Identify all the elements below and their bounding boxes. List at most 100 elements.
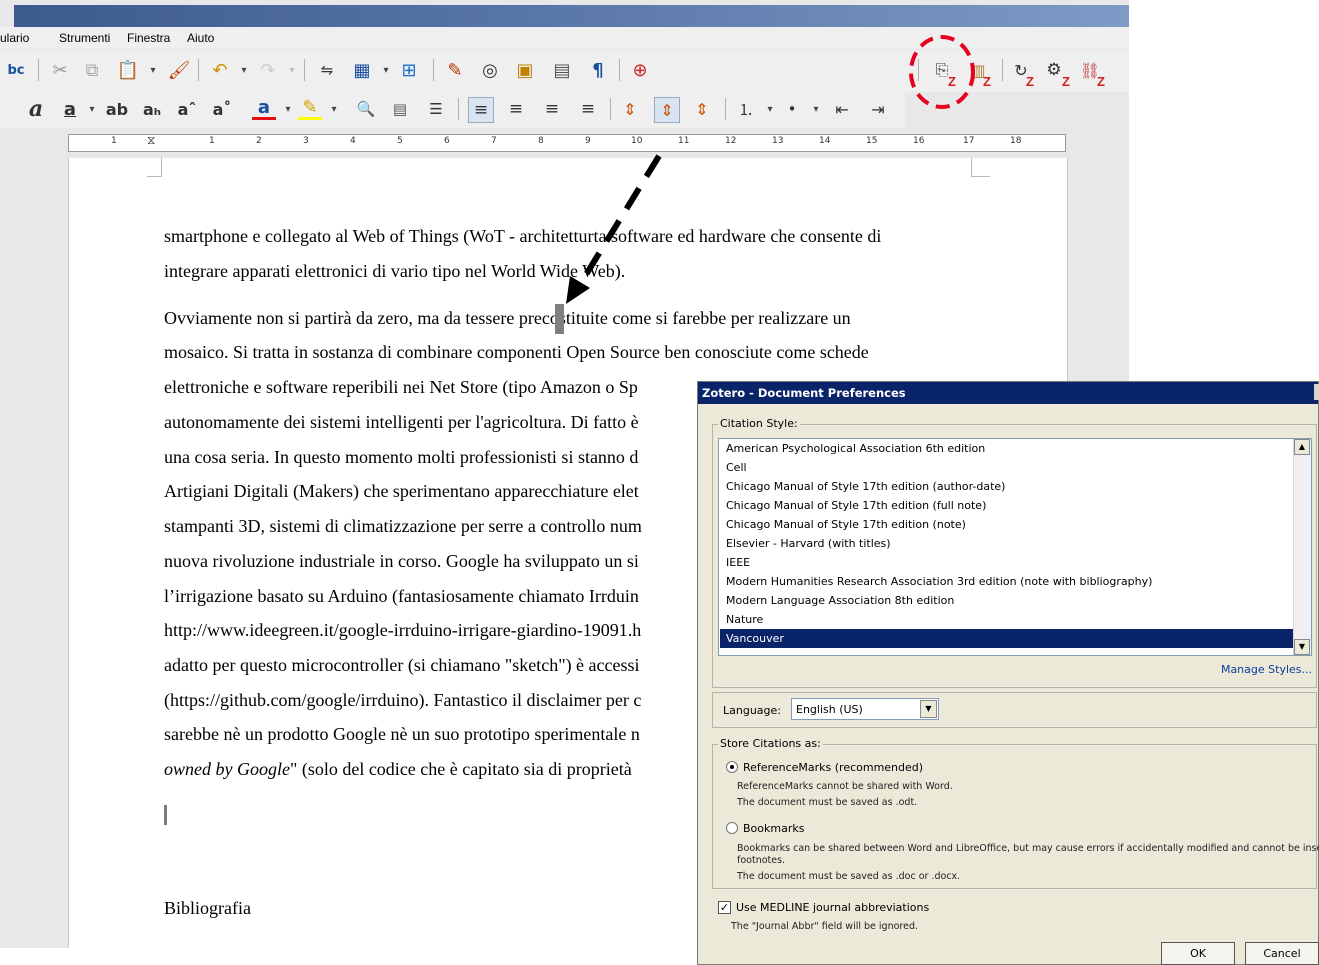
menu-tools[interactable]: Strumenti <box>59 31 110 45</box>
medline-checkbox[interactable]: ✓ <box>718 901 731 914</box>
gallery-icon[interactable]: ▣ <box>513 58 537 82</box>
redo-icon[interactable]: ↷ <box>256 58 280 82</box>
bullets-dropdown-icon[interactable]: ▾ <box>804 97 828 121</box>
style-list-item[interactable]: Chicago Manual of Style 17th edition (au… <box>720 477 1294 496</box>
window-title-bar <box>14 5 1129 27</box>
ruler-number: 9 <box>585 136 591 146</box>
menu-format[interactable]: ulario <box>0 31 29 45</box>
font-color-icon[interactable]: a <box>252 97 276 120</box>
ruler-number: 17 <box>963 136 975 146</box>
character-icon[interactable]: 🔍 <box>354 97 378 121</box>
ruler-number: 7 <box>491 136 497 146</box>
page-corner-marker <box>971 158 990 177</box>
menu-help[interactable]: Aiuto <box>187 31 214 45</box>
reference-marks-radio[interactable] <box>726 761 738 773</box>
style-list-item[interactable]: IEEE <box>720 553 1294 572</box>
line-spacing-2-icon[interactable]: ⇕ <box>690 97 714 121</box>
help-icon[interactable]: ⊕ <box>628 58 652 82</box>
navigator-icon[interactable]: ◎ <box>478 58 502 82</box>
paragraph-line: sarebbe nè un prodotto Google nè un suo … <box>164 724 640 744</box>
table-dropdown-icon[interactable]: ▾ <box>374 58 398 82</box>
line-spacing-15-icon[interactable]: ⇕ <box>654 97 680 123</box>
bullets-style-icon[interactable]: ☰ <box>424 97 448 121</box>
ok-button[interactable]: OK <box>1161 942 1235 965</box>
find-replace-icon[interactable]: ⇋ <box>315 58 339 82</box>
medline-label[interactable]: Use MEDLINE journal abbreviations <box>736 901 929 914</box>
dialog-title[interactable]: Zotero - Document Preferences <box>698 382 1318 404</box>
style-list-item[interactable]: Cell <box>720 458 1294 477</box>
align-center-icon[interactable]: ≡ <box>504 97 528 121</box>
bookmarks-label[interactable]: Bookmarks <box>743 822 804 835</box>
strikethrough-icon[interactable]: ab <box>105 97 129 121</box>
language-select[interactable]: English (US) ▼ <box>791 698 939 720</box>
dropdown-arrow-icon[interactable]: ▼ <box>920 700 937 718</box>
citation-style-label: Citation Style: <box>718 417 800 430</box>
shadow-icon[interactable]: a˚ <box>210 97 234 121</box>
clone-formatting-icon[interactable]: 🖌 <box>167 58 191 82</box>
paragraph-line: l’irrigazione basato su Arduino (fantasi… <box>164 586 639 606</box>
toolbar-separator <box>725 98 726 120</box>
reference-marks-label[interactable]: ReferenceMarks (recommended) <box>743 761 923 774</box>
formatting-marks-icon[interactable]: ¶ <box>586 58 610 82</box>
paste-icon[interactable]: 📋 <box>116 58 140 82</box>
dialog-close-button[interactable] <box>1314 384 1319 400</box>
paragraph-line: (https://github.com/google/irrduino). Fa… <box>164 690 642 710</box>
copy-icon[interactable]: ⧉ <box>80 58 104 82</box>
italic-icon[interactable]: a <box>24 96 48 122</box>
numbering-dropdown-icon[interactable]: ▾ <box>758 97 782 121</box>
citation-style-list[interactable]: American Psychological Association 6th e… <box>718 438 1312 656</box>
scroll-up-icon[interactable]: ▲ <box>1294 439 1310 455</box>
subscript-icon[interactable]: aₕ <box>140 97 164 121</box>
numbering-icon[interactable]: ⒈ <box>734 97 758 121</box>
horizontal-ruler[interactable]: 1 ⧖ 1 2 3 4 5 6 7 8 9 10 11 12 13 14 15 … <box>68 133 1066 152</box>
table-icon[interactable]: ▦ <box>350 58 374 82</box>
paragraph-line: adatto per questo microcontroller (si ch… <box>164 655 640 675</box>
style-list-scrollbar[interactable]: ▲ ▼ <box>1293 439 1311 655</box>
ruler-number: 15 <box>866 136 878 146</box>
scroll-down-icon[interactable]: ▼ <box>1294 639 1310 655</box>
style-list-item[interactable]: Modern Humanities Research Association 3… <box>720 572 1294 591</box>
style-list-item[interactable]: Chicago Manual of Style 17th edition (no… <box>720 515 1294 534</box>
paste-dropdown-icon[interactable]: ▾ <box>141 58 165 82</box>
style-list-item[interactable]: Modern Language Association 8th edition <box>720 591 1294 610</box>
superscript-icon[interactable]: aˆ <box>175 97 199 121</box>
menu-window[interactable]: Finestra <box>127 31 170 45</box>
insert-image-icon[interactable]: ⊞ <box>397 58 421 82</box>
style-list-item[interactable]: Chicago Manual of Style 17th edition (fu… <box>720 496 1294 515</box>
data-sources-icon[interactable]: ▤ <box>550 58 574 82</box>
decrease-indent-icon[interactable]: ⇤ <box>830 97 854 121</box>
highlight-dropdown-icon[interactable]: ▾ <box>322 97 346 121</box>
paragraph-line: http://www.ideegreen.it/google-irrduino-… <box>164 620 642 640</box>
style-list-item[interactable]: Nature <box>720 610 1294 629</box>
left-indent-marker-icon[interactable]: ⧖ <box>147 133 155 148</box>
align-right-icon[interactable]: ≡ <box>540 97 564 121</box>
bullets-icon[interactable]: • <box>780 97 804 121</box>
formatting-toolbar: a a ▾ ab aₕ aˆ a˚ a ▾ ✎ ▾ 🔍 ▤ ☰ ≡ ≡ ≡ ≡ … <box>0 92 905 128</box>
bookmarks-radio[interactable] <box>726 822 738 834</box>
style-list-item[interactable]: American Psychological Association 6th e… <box>720 439 1294 458</box>
cut-icon[interactable]: ✂ <box>48 58 72 82</box>
underline-dropdown-icon[interactable]: ▾ <box>80 97 104 121</box>
zotero-badge: Z <box>948 74 956 89</box>
spelling-tool-icon[interactable]: ✎ <box>443 58 467 82</box>
undo-dropdown-icon[interactable]: ▾ <box>232 58 256 82</box>
increase-indent-icon[interactable]: ⇥ <box>866 97 890 121</box>
line-spacing-1-icon[interactable]: ⇕ <box>618 97 642 121</box>
font-color-dropdown-icon[interactable]: ▾ <box>276 97 300 121</box>
spellcheck-icon[interactable]: bc <box>4 58 28 82</box>
underline-icon[interactable]: a <box>58 97 82 121</box>
cancel-button[interactable]: Cancel <box>1245 942 1319 965</box>
undo-icon[interactable]: ↶ <box>208 58 232 82</box>
manage-styles-link[interactable]: Manage Styles... <box>1221 663 1312 676</box>
ruler-number: 2 <box>256 136 262 146</box>
ruler-number: 8 <box>538 136 544 146</box>
paragraph-line: una cosa seria. In questo momento molti … <box>164 447 639 467</box>
redo-dropdown-icon[interactable]: ▾ <box>280 58 304 82</box>
highlight-icon[interactable]: ✎ <box>298 97 322 120</box>
style-list-item[interactable]: Elsevier - Harvard (with titles) <box>720 534 1294 553</box>
style-list-item-selected[interactable]: Vancouver <box>720 629 1294 648</box>
align-left-icon[interactable]: ≡ <box>468 97 494 123</box>
bookmarks-note: Bookmarks can be shared between Word and… <box>737 843 1319 854</box>
paragraph-style-icon[interactable]: ▤ <box>388 97 412 121</box>
justify-icon[interactable]: ≡ <box>576 97 600 121</box>
